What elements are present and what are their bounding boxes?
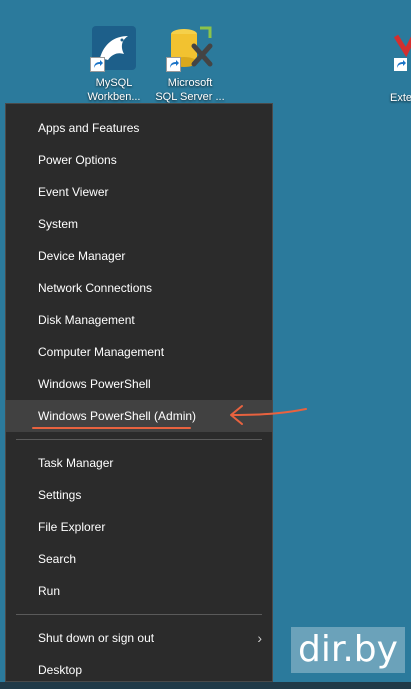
menu-item-apps-and-features[interactable]: Apps and Features [6,112,272,144]
database-tools-icon [166,24,214,72]
power-user-menu: Apps and Features Power Options Event Vi… [5,103,273,682]
menu-item-system[interactable]: System [6,208,272,240]
menu-item-task-manager[interactable]: Task Manager [6,447,272,479]
menu-item-power-options[interactable]: Power Options [6,144,272,176]
partial-desktop-icon[interactable] [393,30,411,74]
icon-label-line2: SQL Server ... [155,91,225,103]
icon-label-line1: Microsoft [167,77,213,89]
shortcut-arrow-icon [166,57,181,72]
chevron-right-icon: › [257,630,262,646]
taskbar [0,682,411,689]
menu-item-file-explorer[interactable]: File Explorer [6,511,272,543]
menu-item-event-viewer[interactable]: Event Viewer [6,176,272,208]
annotation-arrow-icon [230,405,307,425]
mysql-workbench-shortcut[interactable]: MySQL Workben... [78,24,150,104]
menu-separator [16,439,262,440]
icon-label-line1: MySQL [95,77,133,89]
menu-group-tools: Apps and Features Power Options Event Vi… [6,104,272,432]
menu-item-network-connections[interactable]: Network Connections [6,272,272,304]
watermark-logo: dir.by [291,627,405,673]
menu-item-label: Windows PowerShell (Admin) [38,409,197,423]
mysql-dolphin-icon [90,24,138,72]
sql-server-shortcut[interactable]: Microsoft SQL Server ... [154,24,226,104]
menu-item-computer-management[interactable]: Computer Management [6,336,272,368]
menu-separator [16,614,262,615]
menu-group-power: Shut down or sign out › Desktop [6,622,272,686]
partial-icon-label: Exte [390,92,411,104]
annotation-underline [32,427,191,429]
menu-group-system: Task Manager Settings File Explorer Sear… [6,447,272,607]
menu-item-settings[interactable]: Settings [6,479,272,511]
menu-item-search[interactable]: Search [6,543,272,575]
menu-item-disk-management[interactable]: Disk Management [6,304,272,336]
menu-item-shut-down-or-sign-out[interactable]: Shut down or sign out › [6,622,272,654]
menu-item-windows-powershell[interactable]: Windows PowerShell [6,368,272,400]
menu-item-device-manager[interactable]: Device Manager [6,240,272,272]
menu-item-run[interactable]: Run [6,575,272,607]
menu-item-label: Shut down or sign out [38,631,155,645]
icon-label-line2: Workben... [87,91,141,103]
shortcut-arrow-icon [90,57,105,72]
